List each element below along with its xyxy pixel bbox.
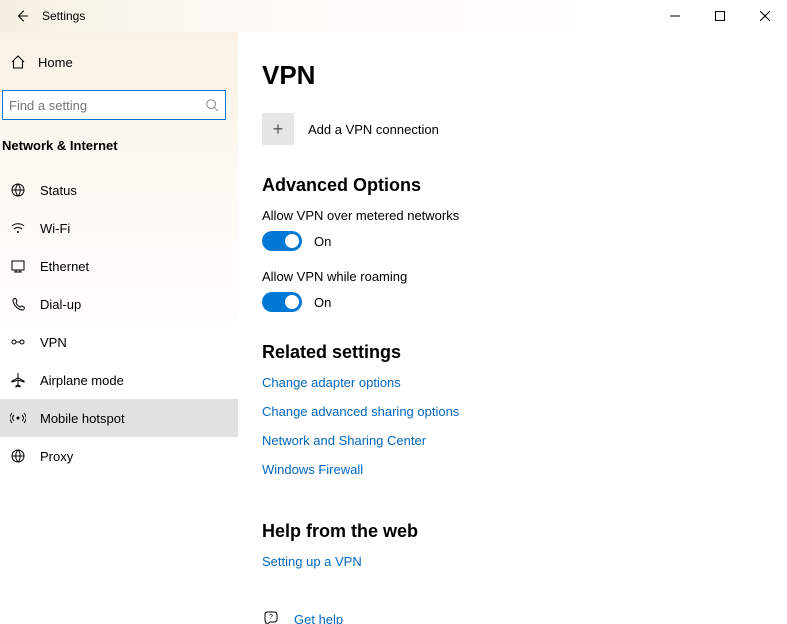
get-help-label: Get help bbox=[294, 612, 343, 624]
link-network-center[interactable]: Network and Sharing Center bbox=[262, 433, 426, 448]
home-label: Home bbox=[38, 55, 73, 70]
option-metered-label: Allow VPN over metered networks bbox=[262, 208, 763, 223]
help-heading: Help from the web bbox=[262, 521, 763, 542]
hotspot-icon bbox=[10, 410, 26, 426]
get-help-link[interactable]: ? Get help bbox=[262, 611, 763, 624]
advanced-heading: Advanced Options bbox=[262, 175, 763, 196]
home-button[interactable]: Home bbox=[0, 44, 238, 80]
toggle-roaming[interactable] bbox=[262, 292, 302, 312]
add-vpn-label: Add a VPN connection bbox=[308, 122, 439, 137]
nav-list: Status Wi-Fi Ethernet Dial-up VPN Airpla… bbox=[0, 171, 238, 475]
vpn-icon bbox=[10, 334, 26, 350]
close-button[interactable] bbox=[742, 0, 787, 32]
status-icon bbox=[10, 182, 26, 198]
sidebar-item-label: Status bbox=[40, 183, 77, 198]
sidebar-item-label: Wi-Fi bbox=[40, 221, 70, 236]
sidebar-item-label: Airplane mode bbox=[40, 373, 124, 388]
back-button[interactable] bbox=[8, 2, 36, 30]
search-input[interactable] bbox=[9, 98, 205, 113]
sidebar-item-label: Dial-up bbox=[40, 297, 81, 312]
maximize-button[interactable] bbox=[697, 0, 742, 32]
airplane-icon bbox=[10, 372, 26, 388]
sidebar-item-proxy[interactable]: Proxy bbox=[0, 437, 238, 475]
add-vpn-button[interactable]: + Add a VPN connection bbox=[262, 113, 763, 145]
toggle-roaming-state: On bbox=[314, 295, 331, 310]
plus-icon: + bbox=[262, 113, 294, 145]
help-section: Help from the web Setting up a VPN bbox=[262, 521, 763, 583]
link-setting-up-vpn[interactable]: Setting up a VPN bbox=[262, 554, 362, 569]
section-label: Network & Internet bbox=[0, 132, 238, 163]
sidebar-item-ethernet[interactable]: Ethernet bbox=[0, 247, 238, 285]
link-advanced-sharing[interactable]: Change advanced sharing options bbox=[262, 404, 459, 419]
window-controls bbox=[652, 0, 787, 32]
link-windows-firewall[interactable]: Windows Firewall bbox=[262, 462, 363, 477]
option-roaming-label: Allow VPN while roaming bbox=[262, 269, 763, 284]
sidebar-item-airplane[interactable]: Airplane mode bbox=[0, 361, 238, 399]
option-metered: Allow VPN over metered networks On bbox=[262, 208, 763, 251]
wifi-icon bbox=[10, 220, 26, 236]
maximize-icon bbox=[715, 11, 725, 21]
option-roaming: Allow VPN while roaming On bbox=[262, 269, 763, 312]
related-heading: Related settings bbox=[262, 342, 763, 363]
sidebar-item-wifi[interactable]: Wi-Fi bbox=[0, 209, 238, 247]
sidebar-item-status[interactable]: Status bbox=[0, 171, 238, 209]
search-box[interactable] bbox=[2, 90, 226, 120]
related-section: Related settings Change adapter options … bbox=[262, 342, 763, 491]
svg-text:?: ? bbox=[269, 614, 273, 621]
link-adapter-options[interactable]: Change adapter options bbox=[262, 375, 401, 390]
window-title: Settings bbox=[42, 9, 85, 23]
title-bar: Settings bbox=[0, 0, 787, 32]
sidebar-item-hotspot[interactable]: Mobile hotspot bbox=[0, 399, 238, 437]
sidebar-item-dialup[interactable]: Dial-up bbox=[0, 285, 238, 323]
sidebar-item-label: Mobile hotspot bbox=[40, 411, 125, 426]
sidebar-item-label: Ethernet bbox=[40, 259, 89, 274]
sidebar-item-vpn[interactable]: VPN bbox=[0, 323, 238, 361]
dialup-icon bbox=[10, 296, 26, 312]
search-icon bbox=[205, 98, 219, 112]
proxy-icon bbox=[10, 448, 26, 464]
home-icon bbox=[10, 54, 26, 70]
help-icon: ? bbox=[262, 611, 280, 624]
toggle-metered-state: On bbox=[314, 234, 331, 249]
toggle-metered[interactable] bbox=[262, 231, 302, 251]
sidebar-item-label: VPN bbox=[40, 335, 67, 350]
sidebar: Home Network & Internet Status Wi-Fi Eth… bbox=[0, 32, 238, 624]
sidebar-item-label: Proxy bbox=[40, 449, 73, 464]
close-icon bbox=[760, 11, 770, 21]
minimize-icon bbox=[670, 11, 680, 21]
page-title: VPN bbox=[262, 60, 763, 91]
ethernet-icon bbox=[10, 258, 26, 274]
arrow-left-icon bbox=[15, 9, 29, 23]
minimize-button[interactable] bbox=[652, 0, 697, 32]
main-content: VPN + Add a VPN connection Advanced Opti… bbox=[238, 32, 787, 624]
footer-links: ? Get help Give feedback bbox=[262, 611, 763, 624]
